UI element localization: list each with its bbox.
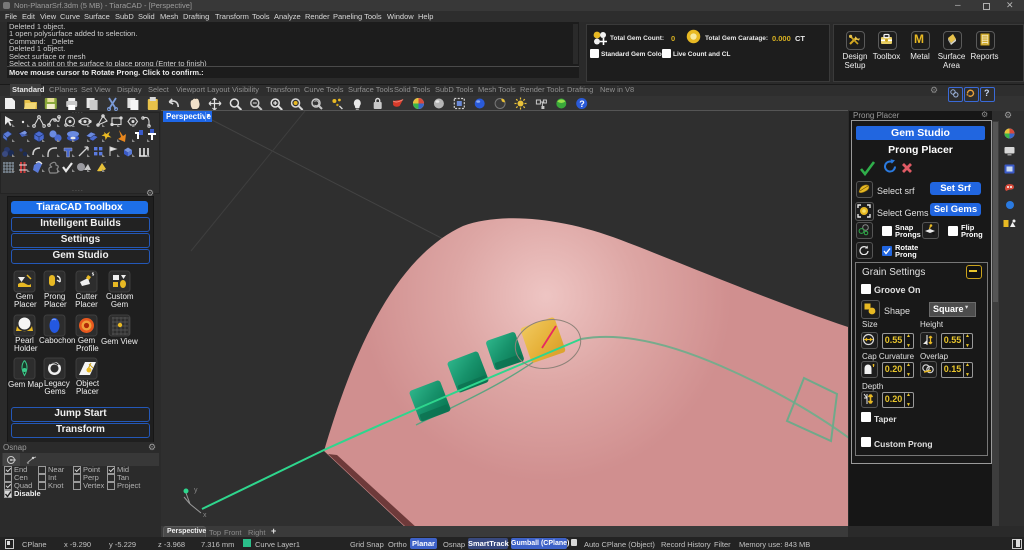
svg-text:x: x (203, 512, 207, 519)
svg-text:?: ? (579, 99, 585, 109)
svg-text:y: y (194, 487, 198, 494)
